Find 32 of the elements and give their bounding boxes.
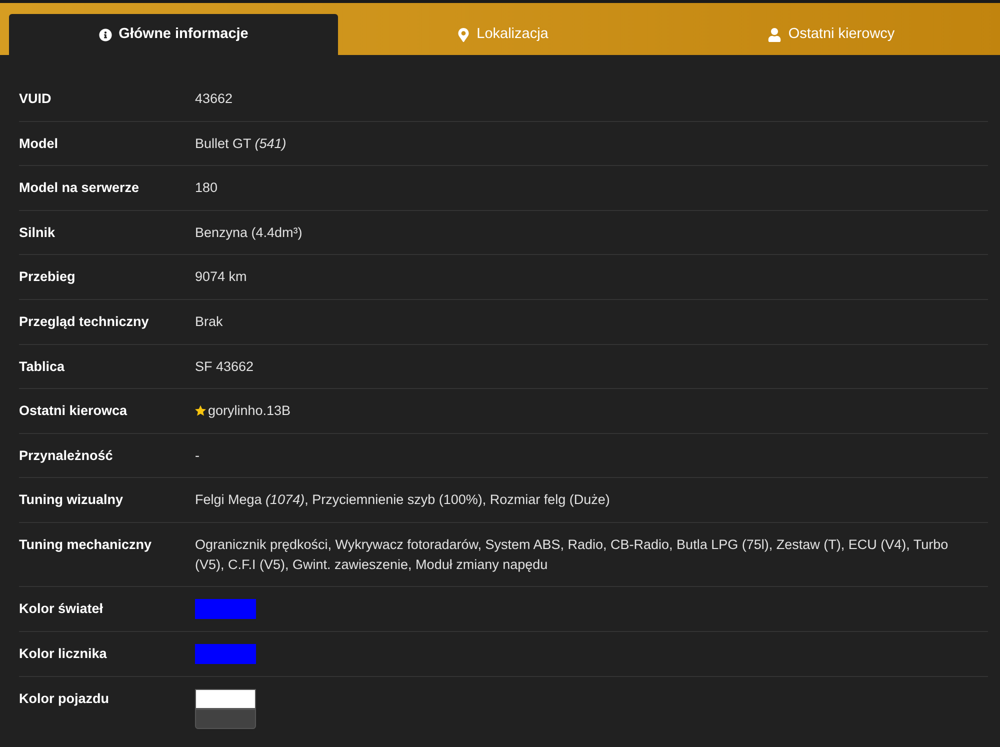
value-text: Benzyna (4.4dm³): [195, 224, 304, 242]
user-icon: [768, 28, 782, 42]
value-text: Ogranicznik prędkości, Wykrywacz fotoradarów, System ABS, Radio, CB-Radio, Butla LPG (75l), Zestaw (T), ECU (V4), Turbo (V5), C.F.I (V5), Gwint. zawieszenie, Moduł zmiany napędu: [195, 536, 950, 574]
driver-name: gorylinho.13B: [208, 402, 291, 420]
value-text: Brak: [195, 312, 224, 331]
field-label: Tuning mechaniczny: [19, 536, 152, 554]
value-text: Bullet GT (541): [195, 134, 288, 153]
field-label: Kolor pojazdu: [19, 690, 109, 708]
field-label: Model: [19, 134, 58, 153]
value-text: 180: [195, 179, 219, 198]
field-label: Silnik: [19, 224, 56, 242]
field-label: Przegląd techniczny: [19, 312, 149, 331]
field-label: Przebieg: [19, 268, 76, 286]
tab[interactable]: Lokalizacja: [338, 14, 667, 55]
tab[interactable]: Ostatni kierowcy: [667, 14, 996, 55]
info-icon: [98, 28, 112, 42]
value-text: SF 43662: [195, 358, 255, 376]
field-label: Model na serwerze: [19, 179, 140, 198]
field-label: Tuning wizualny: [19, 491, 123, 510]
map-pin-icon: [456, 28, 470, 42]
star-icon: [195, 405, 206, 416]
field-label: Kolor licznika: [19, 645, 107, 664]
field-label: Ostatni kierowca: [19, 402, 128, 420]
field-label: Kolor świateł: [19, 600, 104, 618]
field-label: Tablica: [19, 358, 65, 376]
value-text: Felgi Mega (1074), Przyciemnienie szyb (100%), Rozmiar felg (Duże): [195, 491, 611, 510]
value-text: -: [195, 446, 200, 465]
field-label: VUID: [19, 90, 52, 108]
field-label: Przynależność: [19, 446, 113, 465]
value-text: 43662: [195, 90, 234, 108]
tab[interactable]: Główne informacje: [9, 14, 338, 55]
value-text: 9074 km: [195, 268, 248, 286]
